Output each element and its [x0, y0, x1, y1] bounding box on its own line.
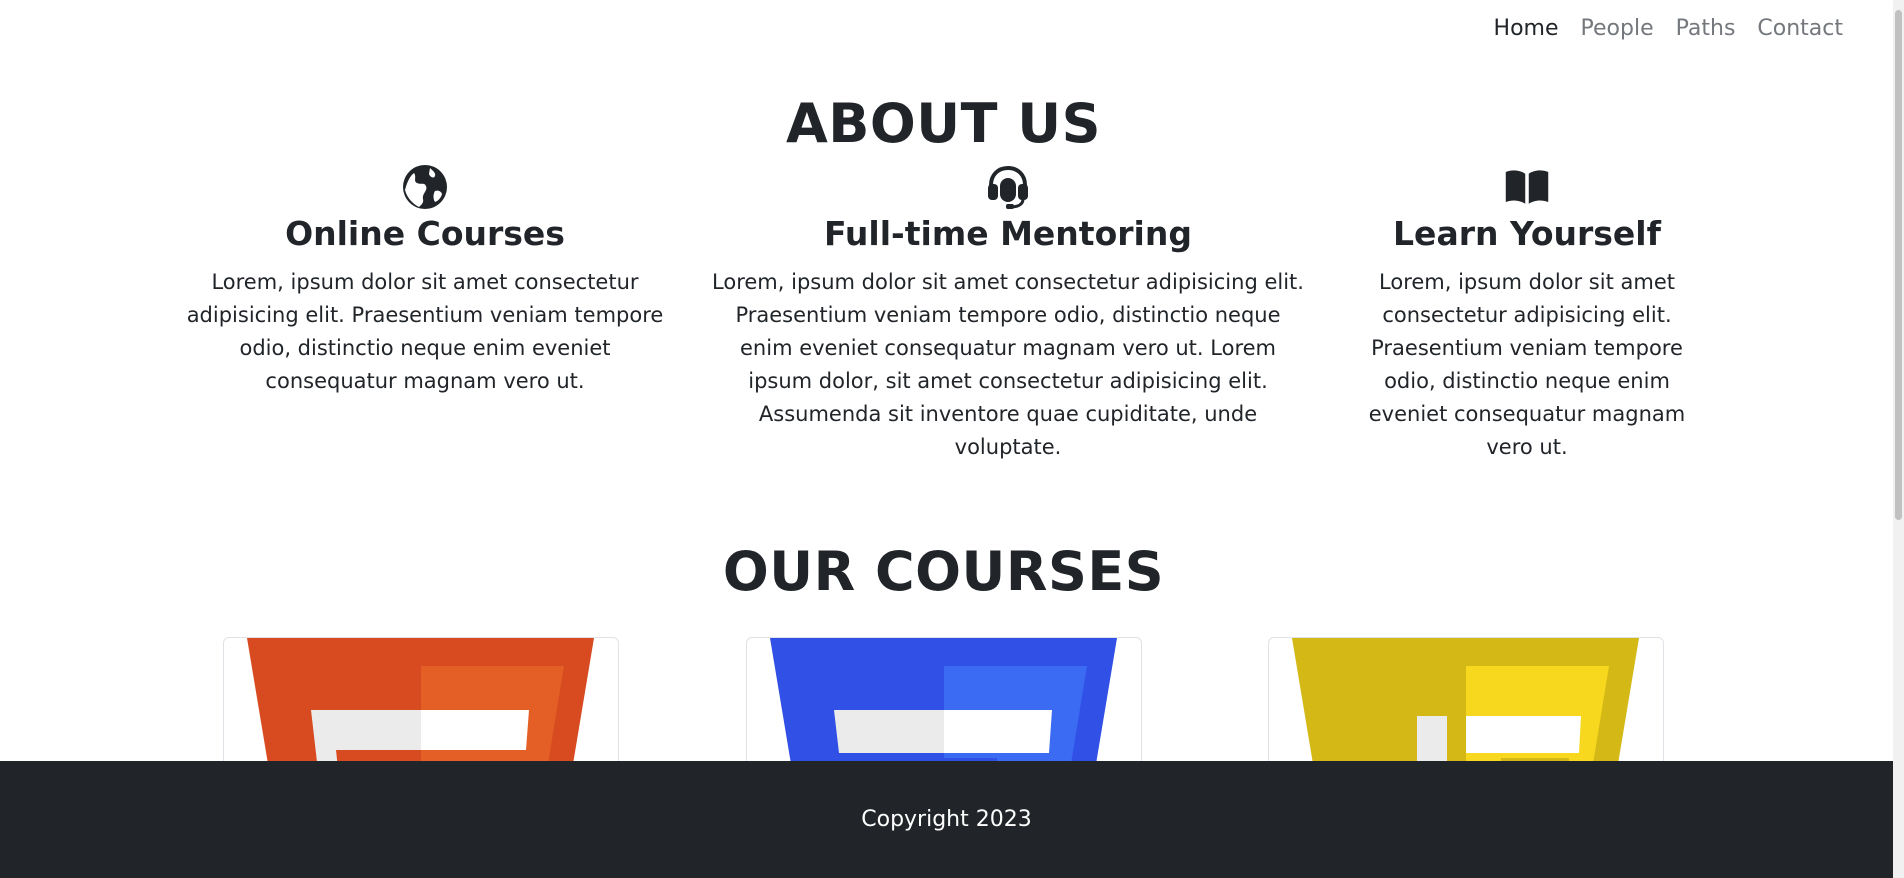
feature-mentoring: Full-time Mentoring Lorem, ipsum dolor s… [708, 164, 1308, 464]
top-nav: Home People Paths Contact [1494, 14, 1843, 44]
our-courses-title: OUR COURSES [722, 540, 1165, 603]
copyright-text: Copyright 2023 [861, 807, 1032, 832]
book-icon [1505, 170, 1549, 204]
feature-title: Full-time Mentoring [824, 214, 1192, 253]
about-us-title: ABOUT US [785, 92, 1102, 155]
scrollbar-thumb[interactable] [1895, 10, 1902, 520]
nav-contact-link[interactable]: Contact [1757, 14, 1843, 44]
feature-title: Learn Yourself [1393, 214, 1661, 253]
feature-description: Lorem, ipsum dolor sit amet consectetur … [712, 270, 1304, 459]
nav-home-link[interactable]: Home [1494, 14, 1559, 44]
feature-description: Lorem, ipsum dolor sit amet consectetur … [186, 270, 664, 393]
globe-icon [403, 165, 447, 209]
feature-title: Online Courses [285, 214, 565, 253]
vertical-scrollbar[interactable] [1893, 0, 1904, 878]
nav-people-link[interactable]: People [1581, 14, 1654, 44]
feature-description: Lorem, ipsum dolor sit amet consectetur … [1368, 270, 1686, 459]
nav-paths-link[interactable]: Paths [1676, 14, 1736, 44]
feature-learn-yourself: Learn Yourself Lorem, ipsum dolor sit am… [1352, 164, 1702, 464]
headset-icon [988, 165, 1028, 209]
feature-online-courses: Online Courses Lorem, ipsum dolor sit am… [186, 164, 664, 398]
footer: Copyright 2023 [0, 761, 1893, 878]
page: Home People Paths Contact ABOUT US Onlin… [0, 0, 1893, 878]
